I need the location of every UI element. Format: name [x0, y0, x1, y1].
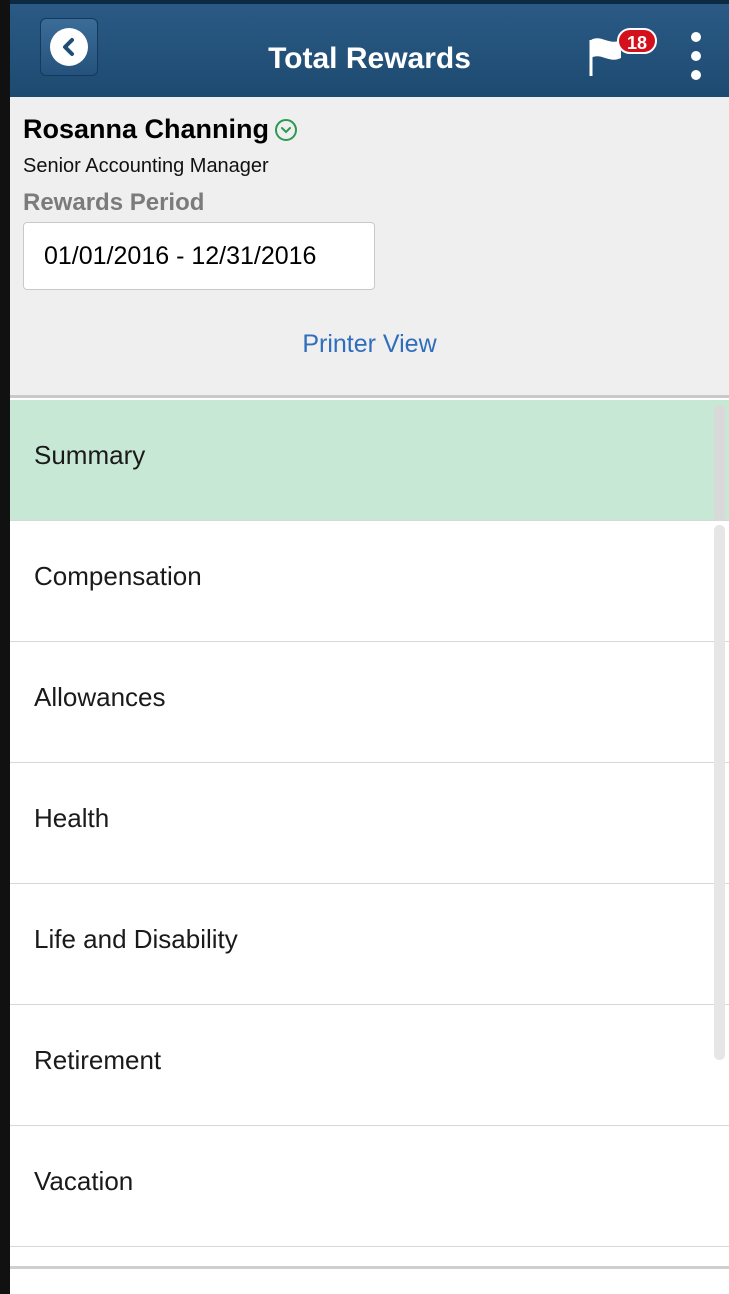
nav-item-label: Vacation [34, 1166, 134, 1196]
nav-item-label: Compensation [34, 561, 202, 591]
kebab-menu-icon[interactable] [686, 32, 706, 80]
scrollbar-thumb[interactable] [714, 405, 725, 521]
app-header: Total Rewards 18 [10, 0, 729, 97]
nav-item-retirement[interactable]: Retirement [10, 1005, 729, 1126]
nav-item-label: Health [34, 803, 110, 833]
nav-item-label: Summary [34, 440, 146, 470]
nav-item-vacation[interactable]: Vacation [10, 1126, 729, 1247]
job-title: Senior Accounting Manager [23, 155, 269, 177]
nav-item-allowances[interactable]: Allowances [10, 642, 729, 763]
notifications-button[interactable]: 18 [587, 28, 657, 88]
nav-item-label: Retirement [34, 1045, 162, 1075]
nav-item-label: Allowances [34, 682, 166, 712]
notification-badge: 18 [617, 28, 657, 54]
employee-name: Rosanna Channing [23, 114, 270, 144]
rewards-nav-list: Summary Compensation Allowances Health L… [10, 400, 729, 1247]
printer-view-link[interactable]: Printer View [10, 330, 729, 359]
back-button[interactable] [40, 18, 98, 76]
nav-item-life-and-disability[interactable]: Life and Disability [10, 884, 729, 1005]
employee-info-panel: Rosanna Channing Senior Accounting Manag… [10, 97, 729, 398]
back-icon [50, 28, 88, 66]
scrollbar-track[interactable] [714, 525, 725, 1060]
nav-item-health[interactable]: Health [10, 763, 729, 884]
rewards-period-select[interactable]: 01/01/2016 - 12/31/2016 [23, 222, 375, 290]
rewards-period-label: Rewards Period [23, 189, 205, 216]
nav-item-label: Life and Disability [34, 924, 238, 954]
divider [10, 1266, 729, 1269]
employee-name-row: Rosanna Channing [23, 114, 298, 145]
nav-item-summary[interactable]: Summary [10, 400, 729, 521]
chevron-down-icon[interactable] [275, 118, 298, 141]
nav-item-compensation[interactable]: Compensation [10, 521, 729, 642]
